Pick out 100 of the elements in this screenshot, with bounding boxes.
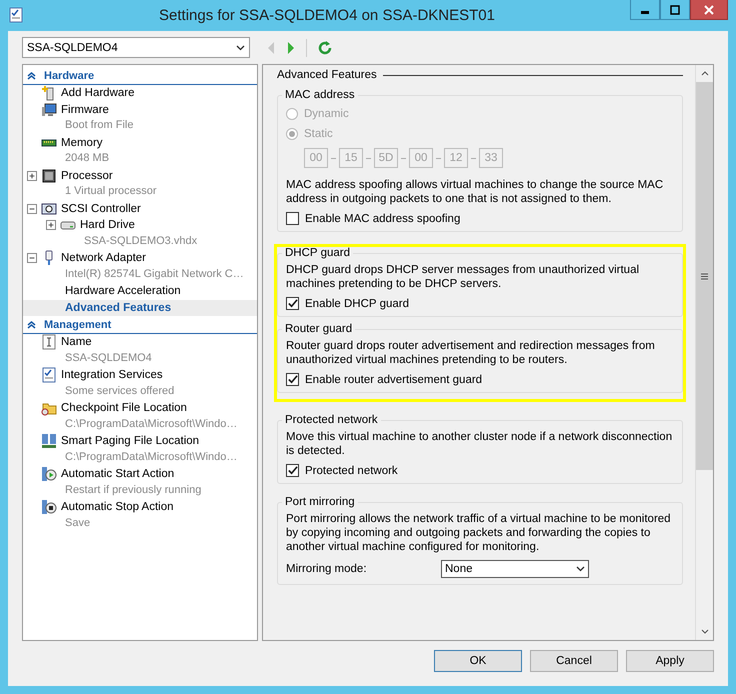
- vm-dropdown[interactable]: SSA-SQLDEMO4: [22, 37, 250, 58]
- tree-item-label: Integration Services: [61, 368, 163, 383]
- description-text: Port mirroring allows the network traffic of a virtual machine to be monitored by copying incoming and outgoing packets and forwarding the copies to another virtual machine configured for monitoring.: [286, 512, 672, 554]
- collapse-icon[interactable]: [27, 253, 37, 263]
- description-text: MAC address spoofing allows virtual machines to change the source MAC address in outgoing packets to one that is not assigned to them.: [286, 178, 664, 206]
- tree-item-detail: SSA-SQLDEMO4: [64, 350, 153, 366]
- tree-item-detail: Restart if previously running: [64, 482, 202, 498]
- monitor-icon: [41, 102, 57, 118]
- selected-tree-row[interactable]: Advanced Features: [23, 300, 257, 316]
- maximize-icon: [670, 4, 680, 14]
- back-arrow-icon: [266, 40, 276, 54]
- maximize-button[interactable]: [660, 0, 690, 20]
- tree-item-detail: C:\ProgramData\Microsoft\Windo…: [64, 450, 238, 464]
- tree-row[interactable]: Hardware Acceleration: [23, 283, 257, 300]
- tree-item-detail: Save: [64, 516, 92, 530]
- description-text: Router guard drops router advertisement and redirection messages from unauthorized virtual machines pretending to be routers.: [286, 339, 656, 367]
- checkbox-label: Enable router advertisement guard: [305, 374, 482, 386]
- grip-icon: [701, 272, 708, 280]
- window-title: Settings for SSA-SQLDEMO4 on SSA-DKNEST01: [158, 6, 496, 24]
- group-title: DHCP guard: [284, 247, 351, 259]
- tree-item-label: Smart Paging File Location: [61, 434, 200, 449]
- refresh-button[interactable]: [317, 40, 333, 56]
- checkbox-label: Enable MAC address spoofing: [305, 212, 460, 224]
- tree-row[interactable]: Automatic Start Action: [23, 466, 257, 482]
- tree-row[interactable]: Automatic Stop Action: [23, 499, 257, 516]
- tree-item-label: Memory: [61, 136, 103, 150]
- tree-row[interactable]: Network Adapter: [23, 250, 257, 266]
- description-text: Move this virtual machine to another cluster node if a network disconnection is detected.: [286, 430, 674, 458]
- tree-item-label: Add Hardware: [61, 86, 135, 101]
- tree-item-detail: Boot from File: [64, 118, 134, 133]
- tree-row[interactable]: Smart Paging File Location: [23, 433, 257, 450]
- caret-icon: [576, 566, 585, 572]
- tree-item-detail: 1 Virtual processor: [64, 184, 158, 199]
- minimize-button[interactable]: [630, 0, 660, 20]
- expand-icon[interactable]: [46, 220, 56, 230]
- tree-item-label: Automatic Stop Action: [61, 500, 174, 515]
- mirroring-mode-dropdown[interactable]: None: [441, 560, 589, 578]
- description-text: DHCP guard drops DHCP server messages from unauthorized virtual machines pretending to be DHCP servers.: [286, 263, 640, 291]
- tree-row[interactable]: Checkpoint File Location: [23, 400, 257, 416]
- checkbox-label: Protected network: [305, 464, 398, 476]
- section-title: Advanced Features: [277, 69, 377, 81]
- tree-item-label: Firmware: [61, 102, 109, 118]
- paging-icon: [41, 433, 57, 449]
- collapse-chevron-icon[interactable]: [27, 320, 36, 329]
- tree-row[interactable]: Firmware: [23, 102, 257, 118]
- play-icon: [41, 466, 57, 482]
- tree-item-label: Hard Drive: [80, 218, 135, 233]
- forward-arrow-icon: [286, 40, 296, 54]
- dialog-button[interactable]: Cancel: [530, 650, 618, 672]
- checkbox[interactable]: [286, 464, 299, 477]
- tree-row[interactable]: Processor: [23, 168, 257, 184]
- group-title: Protected network: [284, 414, 379, 426]
- down-caret-icon: [700, 629, 708, 634]
- checklist-icon: [41, 367, 57, 383]
- scrollbar-thumb[interactable]: [696, 82, 713, 470]
- tree-item-detail: SSA-SQLDEMO3.vhdx: [83, 234, 198, 248]
- group-title: Port mirroring: [284, 496, 356, 508]
- tree-row[interactable]: Add Hardware: [23, 85, 257, 102]
- tree-item-detail: 2048 MB: [64, 151, 110, 166]
- expand-icon[interactable]: [27, 170, 37, 180]
- stop-icon: [41, 499, 57, 515]
- tree-item-label: Checkpoint File Location: [61, 401, 187, 416]
- dialog-button[interactable]: Apply: [626, 650, 714, 672]
- controller-icon: [41, 200, 57, 216]
- tree-item-label: Advanced Features: [65, 300, 172, 316]
- category-header: Hardware: [44, 70, 94, 82]
- tree-row[interactable]: Memory: [23, 134, 257, 151]
- close-icon: [704, 4, 714, 14]
- tree-item-label: Hardware Acceleration: [65, 284, 181, 299]
- tree-item-label: Processor: [61, 168, 113, 184]
- tree-item-detail: C:\ProgramData\Microsoft\Windo…: [64, 416, 238, 432]
- dialog-button[interactable]: OK: [434, 650, 522, 672]
- tree-row[interactable]: Integration Services: [23, 367, 257, 384]
- tree-item-label: Network Adapter: [61, 251, 146, 266]
- close-button[interactable]: [690, 0, 728, 20]
- settings-checklist-icon: [8, 7, 24, 23]
- group-title: MAC address: [284, 89, 356, 101]
- checkbox[interactable]: [286, 297, 299, 310]
- group-title: Router guard: [284, 323, 354, 335]
- refresh-icon: [317, 40, 333, 56]
- text-cursor-icon: [41, 334, 57, 350]
- collapse-icon[interactable]: [27, 204, 37, 214]
- caret-icon: [236, 44, 245, 50]
- tree-item-detail: Intel(R) 82574L Gigabit Network C…: [64, 266, 245, 282]
- field-label: Mirroring mode:: [286, 563, 368, 575]
- tree-item-label: SCSI Controller: [61, 202, 141, 216]
- tree-row[interactable]: Name: [23, 334, 257, 350]
- collapse-chevron-icon[interactable]: [27, 71, 36, 80]
- radio-label: Dynamic: [304, 108, 349, 120]
- checkbox[interactable]: [286, 373, 299, 386]
- radio-label: Static: [304, 128, 333, 140]
- tree-item-label: Automatic Start Action: [61, 467, 174, 482]
- tree-item-detail: Some services offered: [64, 384, 176, 398]
- tree-item-label: Name: [61, 335, 92, 350]
- scrollbar[interactable]: [695, 65, 713, 640]
- tree-row[interactable]: Hard Drive: [23, 217, 257, 234]
- up-caret-icon: [700, 71, 708, 76]
- chip-icon: [41, 168, 57, 184]
- minimize-icon: [641, 10, 649, 14]
- tree-row[interactable]: SCSI Controller: [23, 200, 257, 217]
